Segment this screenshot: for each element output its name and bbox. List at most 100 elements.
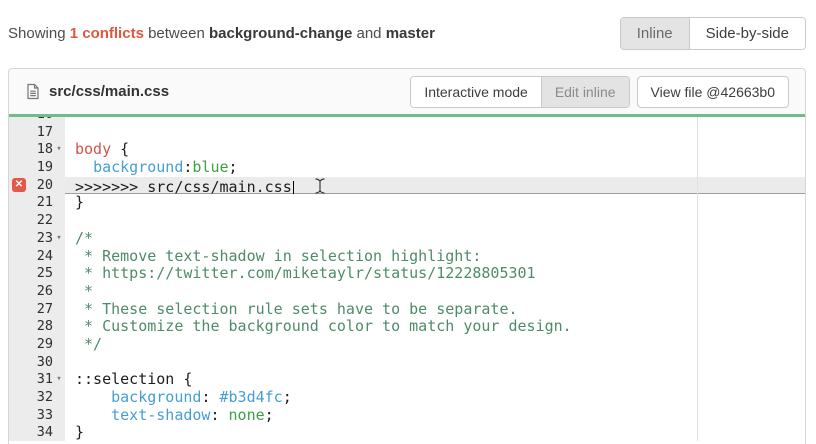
line-number: 26 <box>37 283 53 301</box>
code-token: * These selection rule sets have to be s… <box>75 300 518 318</box>
code-content[interactable]: } <box>65 194 805 212</box>
code-token: } <box>75 193 84 211</box>
gutter-cell: 19 <box>9 159 65 177</box>
code-line[interactable]: 27 * These selection rule sets have to b… <box>9 301 805 319</box>
gutter-cell: 31▾ <box>9 371 65 389</box>
code-content[interactable]: background:blue; <box>65 159 805 177</box>
code-line[interactable]: 22 <box>9 212 805 230</box>
code-token <box>75 406 111 424</box>
code-content[interactable]: * Remove text-shadow in selection highli… <box>65 248 805 266</box>
code-content[interactable] <box>65 117 805 124</box>
code-token: ; <box>265 406 274 424</box>
code-line[interactable]: 33 text-shadow: none; <box>9 407 805 425</box>
inline-toggle-button[interactable]: Inline <box>621 18 689 49</box>
line-number: 30 <box>37 354 53 372</box>
code-content[interactable]: * https://twitter.com/miketaylr/status/1… <box>65 265 805 283</box>
code-content[interactable]: background: #b3d4fc; <box>65 389 805 407</box>
code-line[interactable]: 34} <box>9 424 805 441</box>
code-content[interactable] <box>65 124 805 142</box>
fold-arrow-icon[interactable]: ▾ <box>53 141 65 159</box>
fold-arrow-icon[interactable]: ▾ <box>53 371 65 389</box>
code-token: background <box>93 158 183 176</box>
code-line[interactable]: 31▾::selection { <box>9 371 805 389</box>
code-line[interactable]: 16 <box>9 117 805 124</box>
code-content[interactable]: >>>>>>> src/css/main.css <box>65 177 805 195</box>
code-token: ::selection { <box>75 370 192 388</box>
code-line[interactable]: 24 * Remove text-shadow in selection hig… <box>9 248 805 266</box>
code-line[interactable]: 30 <box>9 354 805 372</box>
code-content[interactable]: text-shadow: none; <box>65 407 805 425</box>
side-by-side-toggle-button[interactable]: Side-by-side <box>689 18 805 49</box>
code-token: ; <box>229 158 238 176</box>
code-line[interactable]: 29 */ <box>9 336 805 354</box>
file-path: src/css/main.css <box>49 83 169 100</box>
code-content[interactable] <box>65 212 805 230</box>
code-token: : <box>201 388 219 406</box>
edit-inline-button[interactable]: Edit inline <box>541 77 629 107</box>
gutter-cell: 18▾ <box>9 141 65 159</box>
summary-and: and <box>357 25 382 42</box>
code-token: ; <box>283 388 292 406</box>
gutter-cell: 24 <box>9 248 65 266</box>
code-token: * Customize the background color to matc… <box>75 317 572 335</box>
line-number: 29 <box>37 336 53 354</box>
conflict-summary-text: Showing 1 conflicts between background-c… <box>8 25 435 42</box>
code-token: >>>>>>> src/css/main.css <box>75 178 292 196</box>
code-line[interactable]: ✕ 20 >>>>>>> src/css/main.css <box>9 177 805 195</box>
view-file-button[interactable]: View file @42663b0 <box>637 76 789 108</box>
line-number: 21 <box>37 194 53 212</box>
code-line[interactable]: 17 <box>9 124 805 142</box>
code-line[interactable]: 28 * Customize the background color to m… <box>9 318 805 336</box>
summary-showing: Showing <box>8 25 66 42</box>
code-token: : <box>210 406 228 424</box>
line-number: 16 <box>37 117 53 124</box>
code-content[interactable]: } <box>65 424 805 441</box>
gutter-cell: 22 <box>9 212 65 230</box>
source-branch-name: background-change <box>209 25 352 42</box>
file-conflict-panel: src/css/main.css Interactive mode Edit i… <box>8 68 806 444</box>
line-number: 19 <box>37 159 53 177</box>
gutter-cell: 33 <box>9 407 65 425</box>
code-token: blue <box>192 158 228 176</box>
line-number: 20 <box>37 177 53 195</box>
code-token: /* <box>75 229 93 247</box>
code-token <box>75 158 93 176</box>
code-token: * https://twitter.com/miketaylr/status/1… <box>75 264 536 282</box>
target-branch-name: master <box>386 25 435 42</box>
conflict-error-icon: ✕ <box>12 178 26 192</box>
line-number: 28 <box>37 318 53 336</box>
code-content[interactable]: /* <box>65 230 805 248</box>
file-icon <box>25 83 41 100</box>
code-content[interactable]: ::selection { <box>65 371 805 389</box>
gutter-cell: 23▾ <box>9 230 65 248</box>
code-token: background <box>111 388 201 406</box>
code-line[interactable]: 26 * <box>9 283 805 301</box>
interactive-mode-button[interactable]: Interactive mode <box>411 77 541 107</box>
code-line[interactable]: 18▾body { <box>9 141 805 159</box>
line-number: 18 <box>37 141 53 159</box>
code-content[interactable]: * These selection rule sets have to be s… <box>65 301 805 319</box>
code-line[interactable]: 23▾ /* <box>9 230 805 248</box>
gutter-cell: 17 <box>9 124 65 142</box>
code-line[interactable]: 25 * https://twitter.com/miketaylr/statu… <box>9 265 805 283</box>
code-token: { <box>111 140 129 158</box>
code-content[interactable]: * <box>65 283 805 301</box>
editor-lines: 161718▾body {19 background:blue;✕20>>>>>… <box>9 117 805 441</box>
code-line[interactable]: 32 background: #b3d4fc; <box>9 389 805 407</box>
text-caret <box>293 181 295 194</box>
code-content[interactable]: body { <box>65 141 805 159</box>
gutter-cell: 26 <box>9 283 65 301</box>
file-panel-header: src/css/main.css Interactive mode Edit i… <box>9 69 805 117</box>
code-content[interactable]: * Customize the background color to matc… <box>65 318 805 336</box>
code-editor[interactable]: 161718▾body {19 background:blue;✕20>>>>>… <box>9 117 805 441</box>
code-line[interactable]: 19 background:blue; <box>9 159 805 177</box>
gutter-cell: 28 <box>9 318 65 336</box>
code-content[interactable] <box>65 354 805 372</box>
code-line[interactable]: 21} <box>9 194 805 212</box>
code-content[interactable]: */ <box>65 336 805 354</box>
conflict-count: 1 conflicts <box>70 25 144 42</box>
editor-right-divider <box>697 117 698 441</box>
code-token: none <box>229 406 265 424</box>
code-token: * Remove text-shadow in selection highli… <box>75 247 481 265</box>
fold-arrow-icon[interactable]: ▾ <box>53 230 65 248</box>
